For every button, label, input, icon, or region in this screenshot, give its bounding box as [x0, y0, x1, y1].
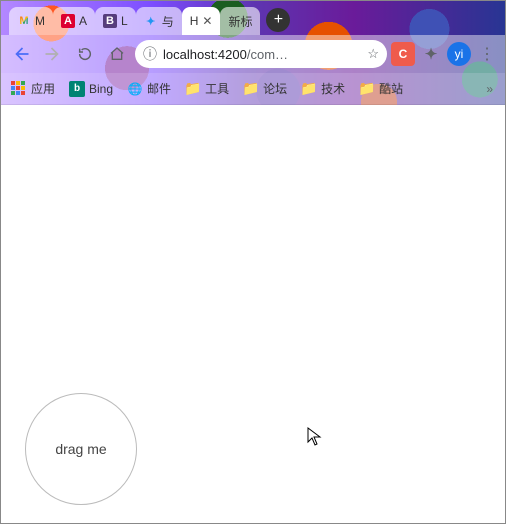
tab-bootstrap[interactable]: B L	[95, 7, 136, 35]
bootstrap-icon: B	[103, 14, 117, 28]
info-icon[interactable]: ⓘ	[143, 44, 157, 64]
bookmark-label: 酷站	[379, 80, 403, 97]
browser-toolbar: ⓘ localhost:4200/com… ☆ C ✦ yi ⋮	[1, 35, 505, 73]
url-path: /com…	[247, 47, 288, 62]
tab-angular[interactable]: A A	[53, 7, 95, 35]
folder-icon: 📁	[185, 81, 201, 97]
page-content: drag me	[1, 105, 505, 523]
tab-blue[interactable]: ✦ 与	[136, 7, 182, 35]
gmail-icon: M	[17, 14, 31, 28]
avatar-text: yi	[455, 47, 464, 61]
url-host: localhost	[163, 47, 214, 62]
apps-grid-icon	[11, 81, 27, 97]
folder-icon: 📁	[301, 81, 317, 97]
folder-icon: 📁	[243, 81, 259, 97]
tab-label: 新标	[228, 13, 252, 30]
globe-icon: 🌐	[127, 81, 143, 97]
plus-icon: +	[274, 11, 283, 29]
apps-label: 应用	[31, 80, 55, 97]
star-icon[interactable]: ☆	[367, 46, 379, 62]
tab-gmail[interactable]: M M	[9, 7, 53, 35]
bookmark-label: Bing	[89, 82, 113, 96]
bookmarks-overflow-button[interactable]: »	[482, 82, 497, 96]
bookmark-folder-forum[interactable]: 📁 论坛	[241, 78, 289, 99]
address-bar[interactable]: ⓘ localhost:4200/com… ☆	[135, 40, 387, 68]
close-icon[interactable]: ✕	[202, 14, 212, 28]
tab-label: M	[35, 14, 45, 28]
arrow-right-icon	[44, 45, 62, 63]
bookmark-folder-tech[interactable]: 📁 技术	[299, 78, 347, 99]
apps-button[interactable]: 应用	[9, 78, 57, 99]
new-tab-button[interactable]: +	[266, 8, 290, 32]
bookmark-folder-cool[interactable]: 📁 酷站	[357, 78, 405, 99]
chevron-right-icon: »	[486, 82, 493, 96]
tab-newpage[interactable]: 新标	[220, 7, 260, 35]
extension-c-icon[interactable]: C	[391, 42, 415, 66]
bookmark-label: 工具	[205, 80, 229, 97]
menu-button[interactable]: ⋮	[475, 44, 499, 64]
folder-icon: 📁	[359, 81, 375, 97]
bing-icon: b	[69, 81, 85, 97]
angular-icon: A	[61, 14, 75, 28]
reload-button[interactable]	[71, 40, 99, 68]
url-port: :4200	[214, 47, 247, 62]
bookmark-mail[interactable]: 🌐 邮件	[125, 78, 173, 99]
mouse-cursor-icon	[307, 427, 323, 452]
home-button[interactable]	[103, 40, 131, 68]
extensions-icon[interactable]: ✦	[419, 42, 443, 66]
generic-blue-icon: ✦	[144, 14, 158, 28]
bookmark-label: 邮件	[147, 80, 171, 97]
bookmark-bing[interactable]: b Bing	[67, 79, 115, 99]
tab-label: L	[121, 14, 128, 28]
tab-label: 与	[162, 13, 174, 30]
reload-icon	[77, 46, 93, 62]
tab-label: A	[79, 14, 87, 28]
forward-button[interactable]	[39, 40, 67, 68]
tab-strip: M M A A B L ✦ 与 H ✕ 新标 +	[1, 1, 505, 35]
profile-avatar[interactable]: yi	[447, 42, 471, 66]
tab-label: H	[190, 14, 199, 28]
bookmark-label: 技术	[321, 80, 345, 97]
drag-label: drag me	[55, 441, 106, 457]
back-button[interactable]	[7, 40, 35, 68]
bookmark-folder-tools[interactable]: 📁 工具	[183, 78, 231, 99]
bookmarks-bar: 应用 b Bing 🌐 邮件 📁 工具 📁 论坛 📁 技术 📁 酷站 »	[1, 73, 505, 105]
tab-active[interactable]: H ✕	[182, 7, 221, 35]
draggable-circle[interactable]: drag me	[25, 393, 137, 505]
arrow-left-icon	[12, 45, 30, 63]
bookmark-label: 论坛	[263, 80, 287, 97]
home-icon	[109, 46, 125, 62]
url-text: localhost:4200/com…	[163, 47, 361, 62]
